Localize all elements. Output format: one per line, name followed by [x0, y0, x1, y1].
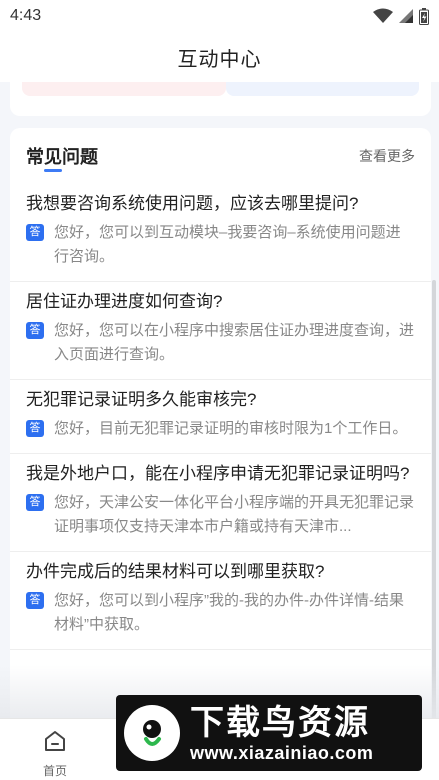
faq-title: 常见问题: [26, 143, 98, 172]
home-icon: [43, 729, 67, 758]
faq-answer: 答 您好，天津公安一体化平台小程序端的开具无犯罪记录证明事项仅支持天津本市户籍或…: [26, 491, 415, 539]
faq-item[interactable]: 办件完成后的结果材料可以到哪里获取? 答 您好，您可以到小程序”我的-我的办件-…: [10, 552, 431, 650]
title-bar: 互动中心: [0, 32, 439, 82]
faq-question: 我是外地户口，能在小程序申请无犯罪记录证明吗?: [26, 464, 410, 483]
top-card-right-button[interactable]: [226, 82, 419, 96]
signal-icon: [399, 9, 413, 23]
faq-answer: 答 您好，您可以到小程序”我的-我的办件-办件详情-结果材料”中获取。: [26, 589, 415, 637]
answer-badge: 答: [26, 494, 44, 511]
answer-badge: 答: [26, 420, 44, 437]
faq-answer-text: 您好，目前无犯罪记录证明的审核时限为1个工作日。: [54, 420, 408, 437]
faq-card: 常见问题 查看更多 我想要咨询系统使用问题，应该去哪里提问? 答 您好，您可以到…: [10, 128, 431, 728]
answer-badge: 答: [26, 592, 44, 609]
top-card: [10, 82, 431, 116]
faq-item[interactable]: 居住证办理进度如何查询? 答 您好，您可以在小程序中搜索居住证办理进度查询，进入…: [10, 282, 431, 380]
status-icons: [373, 7, 429, 25]
faq-answer-text: 您好，您可以在小程序中搜索居住证办理进度查询，进入页面进行查询。: [54, 322, 415, 363]
watermark-url: www.xiazainiao.com: [190, 742, 374, 763]
status-bar: 4:43: [0, 0, 439, 32]
view-more-link[interactable]: 查看更多: [359, 146, 415, 166]
wifi-icon: [373, 8, 393, 24]
bird-logo-icon: [124, 705, 180, 761]
battery-icon: [419, 7, 429, 25]
faq-question: 我想要咨询系统使用问题，应该去哪里提问?: [26, 194, 359, 213]
watermark-brand: 下载鸟资源: [190, 703, 370, 742]
nav-item-label: 首页: [42, 764, 67, 778]
faq-item[interactable]: 我想要咨询系统使用问题，应该去哪里提问? 答 您好，您可以到互动模块–我要咨询–…: [10, 184, 431, 282]
faq-item[interactable]: 无犯罪记录证明多久能审核完? 答 您好，目前无犯罪记录证明的审核时限为1个工作日…: [10, 380, 431, 454]
faq-item[interactable]: 我是外地户口，能在小程序申请无犯罪记录证明吗? 答 您好，天津公安一体化平台小程…: [10, 454, 431, 552]
answer-badge: 答: [26, 322, 44, 339]
watermark: 下载鸟资源 www.xiazainiao.com: [116, 695, 422, 771]
faq-answer: 答 您好，您可以到互动模块–我要咨询–系统使用问题进行咨询。: [26, 221, 415, 269]
faq-answer: 答 您好，目前无犯罪记录证明的审核时限为1个工作日。: [26, 417, 415, 441]
top-card-left-button[interactable]: [22, 82, 226, 96]
faq-question: 无犯罪记录证明多久能审核完?: [26, 390, 257, 409]
faq-answer-text: 您好，您可以到互动模块–我要咨询–系统使用问题进行咨询。: [54, 224, 401, 265]
scrollbar[interactable]: [432, 280, 436, 720]
faq-answer: 答 您好，您可以在小程序中搜索居住证办理进度查询，进入页面进行查询。: [26, 319, 415, 367]
faq-header: 常见问题 查看更多: [10, 128, 431, 184]
answer-badge: 答: [26, 224, 44, 241]
faq-question: 居住证办理进度如何查询?: [26, 292, 223, 311]
watermark-text: 下载鸟资源 www.xiazainiao.com: [190, 703, 373, 764]
faq-question: 办件完成后的结果材料可以到哪里获取?: [26, 562, 325, 581]
faq-answer-text: 您好，天津公安一体化平台小程序端的开具无犯罪记录证明事项仅支持天津本市户籍或持有…: [54, 494, 415, 535]
status-time: 4:43: [10, 7, 42, 24]
page-title: 互动中心: [177, 48, 262, 71]
nav-item-home[interactable]: 首页: [25, 729, 85, 779]
faq-answer-text: 您好，您可以到小程序”我的-我的办件-办件详情-结果材料”中获取。: [54, 592, 404, 633]
